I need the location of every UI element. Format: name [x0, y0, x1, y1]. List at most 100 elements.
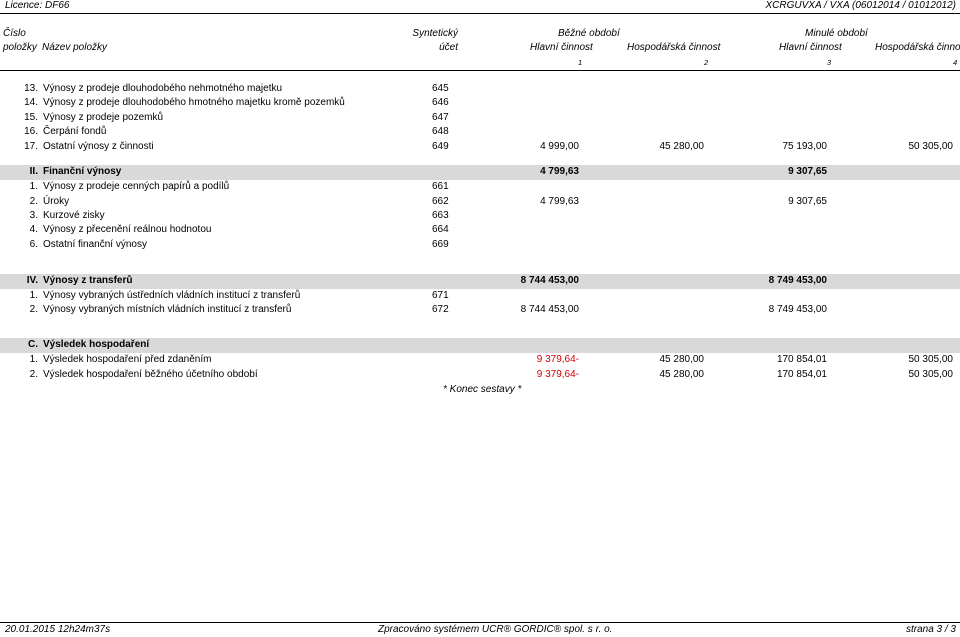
row-number: 1.	[29, 354, 38, 365]
table-row: 1. Výnosy z prodeje cenných papírů a podí…	[0, 180, 960, 194]
value-hlavni-bezne: 8 744 453,00	[520, 275, 579, 286]
row-name: Úroky	[43, 196, 70, 207]
section-row: IV. Výnosy z transferů 8 744 453,00 8 749 4…	[0, 274, 960, 289]
header-divider	[0, 70, 960, 71]
header-cislo: Číslo	[3, 28, 26, 39]
header-col-3: 3	[827, 58, 832, 67]
table-row: 2. Výnosy vybraných místních vládních ins…	[0, 303, 960, 317]
value-hosp-minule: 50 305,00	[908, 354, 954, 365]
row-number: 2.	[29, 196, 38, 207]
header-minule: Minulé období	[805, 28, 868, 39]
row-name: Výnosy vybraných místních vládních insti…	[43, 304, 292, 315]
header-synteticky: Syntetický	[412, 28, 458, 39]
end-note: * Konec sestavy *	[443, 384, 522, 395]
table-row: 3. Kurzové zisky 663	[0, 209, 960, 223]
row-name: Výnosy z prodeje cenných papírů a podílů	[43, 181, 230, 192]
row-number: 2.	[29, 369, 38, 380]
footer-date: 20.01.2015 12h24m37s	[5, 624, 111, 635]
row-name: Ostatní výnosy z činnosti	[43, 141, 154, 152]
table-row: 16. Čerpání fondů 648	[0, 125, 960, 139]
footer-page: strana 3 / 3	[905, 624, 956, 635]
header-hosp-1: Hospodářská činnost	[627, 42, 721, 53]
row-name: Ostatní finanční výnosy	[43, 239, 147, 250]
row-number: 15.	[24, 112, 38, 123]
row-account: 664	[432, 224, 449, 235]
row-name: Výnosy vybraných ústředních vládních ins…	[43, 290, 301, 301]
header-hlavni-1: Hlavní činnost	[530, 42, 593, 53]
table-row: 14. Výnosy z prodeje dlouhodobého hmotnéh…	[0, 96, 960, 110]
value-hlavni-minule: 9 307,65	[788, 196, 827, 207]
table-row: 1. Výnosy vybraných ústředních vládních i…	[0, 289, 960, 303]
value-hlavni-bezne: 4 799,63	[540, 196, 579, 207]
row-name: Čerpání fondů	[43, 126, 107, 137]
value-hlavni-bezne: 8 744 453,00	[520, 304, 579, 315]
header-ucet: účet	[439, 42, 458, 53]
header-bezne: Běžné období	[558, 28, 620, 39]
row-number: 2.	[29, 304, 38, 315]
row-number: 13.	[24, 83, 38, 94]
value-hlavni-bezne: 9 379,64-	[536, 354, 579, 365]
row-account: 661	[432, 181, 449, 192]
row-name: Výnosy z přecenění reálnou hodnotou	[43, 224, 212, 235]
value-hlavni-minule: 8 749 453,00	[768, 275, 827, 286]
row-name: Výnosy z transferů	[43, 275, 133, 286]
row-number: IV.	[26, 275, 38, 286]
row-name: Výnosy z prodeje dlouhodobého hmotného m…	[43, 97, 345, 108]
table-row: 1. Výsledek hospodaření před zdaněním 9 37…	[0, 353, 960, 367]
top-divider	[0, 13, 960, 14]
value-hlavni-minule: 170 854,01	[776, 369, 827, 380]
row-number: 17.	[24, 141, 38, 152]
value-hlavni-bezne: 4 999,00	[540, 141, 579, 152]
header-col-4: 4	[953, 58, 958, 67]
value-hlavni-minule: 75 193,00	[782, 141, 828, 152]
row-number: 3.	[29, 210, 38, 221]
row-name: Výsledek hospodaření běžného účetního ob…	[43, 369, 258, 380]
value-hlavni-minule: 8 749 453,00	[768, 304, 827, 315]
row-account: 648	[432, 126, 449, 137]
licence-label: Licence: DF66	[5, 0, 70, 11]
section-row: II. Finanční výnosy 4 799,63 9 307,65	[0, 165, 960, 180]
row-number: C.	[28, 339, 38, 350]
section-row: C. Výsledek hospodaření	[0, 338, 960, 353]
row-number: 14.	[24, 97, 38, 108]
header-hlavni-2: Hlavní činnost	[779, 42, 842, 53]
row-number: 1.	[29, 290, 38, 301]
value-hosp-minule: 50 305,00	[908, 141, 954, 152]
row-account: 662	[432, 196, 449, 207]
row-number: 16.	[24, 126, 38, 137]
table-row: 4. Výnosy z přecenění reálnou hodnotou 664	[0, 223, 960, 237]
value-hlavni-minule: 170 854,01	[776, 354, 827, 365]
row-number: II.	[29, 166, 38, 177]
row-name: Finanční výnosy	[43, 166, 122, 177]
header-col-1: 1	[578, 58, 583, 67]
table-row: 2. Výsledek hospodaření běžného účetního …	[0, 368, 960, 382]
row-account: 645	[432, 83, 449, 94]
row-name: Výsledek hospodaření před zdaněním	[43, 354, 212, 365]
row-account: 671	[432, 290, 449, 301]
row-account: 646	[432, 97, 449, 108]
row-account: 663	[432, 210, 449, 221]
row-account: 647	[432, 112, 449, 123]
row-name: Kurzové zisky	[43, 210, 105, 221]
header-nazev: Název položky	[42, 42, 108, 53]
table-row: 2. Úroky 662 4 799,63 9 307,65	[0, 195, 960, 209]
value-hlavni-bezne: 9 379,64-	[536, 369, 579, 380]
value-hlavni-minule: 9 307,65	[788, 166, 827, 177]
header-hosp-2: Hospodářská činnost	[875, 42, 960, 53]
row-account: 672	[432, 304, 449, 315]
value-hlavni-bezne: 4 799,63	[540, 166, 579, 177]
value-hosp-bezne: 45 280,00	[659, 141, 705, 152]
value-hosp-bezne: 45 280,00	[659, 354, 705, 365]
row-number: 6.	[29, 239, 38, 250]
footer-system: Zpracováno systémem UCR® GORDIC® spol. s…	[378, 624, 613, 635]
row-account: 669	[432, 239, 449, 250]
value-hosp-bezne: 45 280,00	[659, 369, 705, 380]
table-row: 13. Výnosy z prodeje dlouhodobého nehmotn…	[0, 82, 960, 96]
row-number: 4.	[29, 224, 38, 235]
row-name: Výnosy z prodeje dlouhodobého nehmotného…	[43, 83, 283, 94]
header-col-2: 2	[704, 58, 709, 67]
table-row: 6. Ostatní finanční výnosy 669	[0, 238, 960, 252]
table-row: 17. Ostatní výnosy z činnosti 649 4 999,00 4…	[0, 140, 960, 154]
row-name: Výnosy z prodeje pozemků	[43, 112, 164, 123]
row-account: 649	[432, 141, 449, 152]
